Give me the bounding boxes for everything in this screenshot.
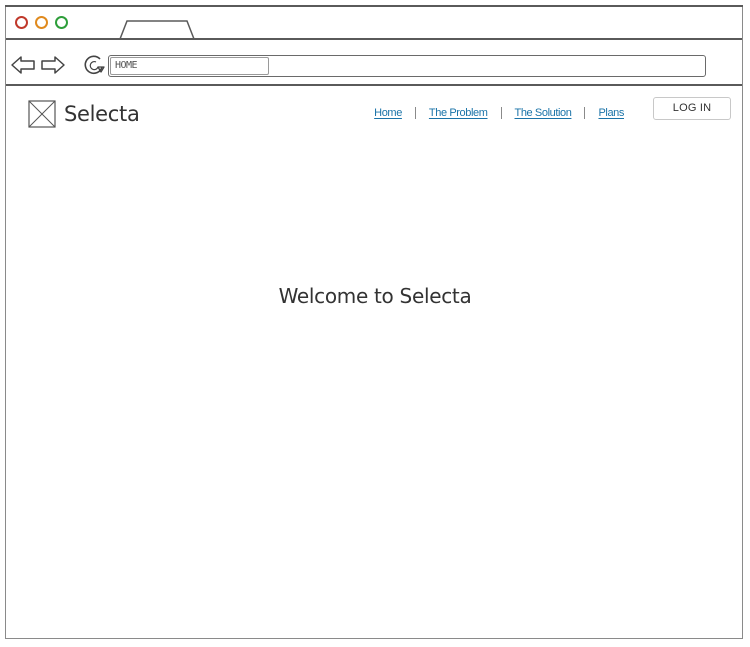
nav-separator — [414, 107, 416, 119]
address-toolbar: HOME — [6, 40, 742, 86]
welcome-heading: Welcome to Selecta — [278, 284, 472, 308]
login-button[interactable]: LOG IN — [653, 97, 731, 120]
nav-link-plans[interactable]: Plans — [598, 107, 624, 119]
nav-link-the-problem[interactable]: The Problem — [429, 107, 488, 119]
address-input[interactable]: HOME — [110, 57, 269, 75]
nav-separator — [500, 107, 502, 119]
brand-name[interactable]: Selecta — [64, 102, 140, 126]
arrow-left-icon[interactable] — [10, 54, 36, 76]
minimize-window-icon[interactable] — [35, 16, 48, 29]
reload-icon[interactable] — [82, 52, 106, 78]
close-window-icon[interactable] — [15, 16, 28, 29]
top-navigation: Home The Problem The Solution Plans — [374, 104, 624, 122]
browser-tab[interactable] — [119, 20, 195, 40]
image-placeholder-icon — [28, 100, 56, 128]
nav-link-the-solution[interactable]: The Solution — [515, 107, 572, 119]
nav-separator — [584, 107, 586, 119]
nav-link-home[interactable]: Home — [374, 107, 402, 119]
title-bar — [6, 6, 742, 40]
browser-window: HOME Selecta Home The Problem The Soluti… — [5, 5, 743, 639]
maximize-window-icon[interactable] — [55, 16, 68, 29]
arrow-right-icon[interactable] — [40, 54, 66, 76]
address-bar[interactable]: HOME — [108, 55, 706, 77]
